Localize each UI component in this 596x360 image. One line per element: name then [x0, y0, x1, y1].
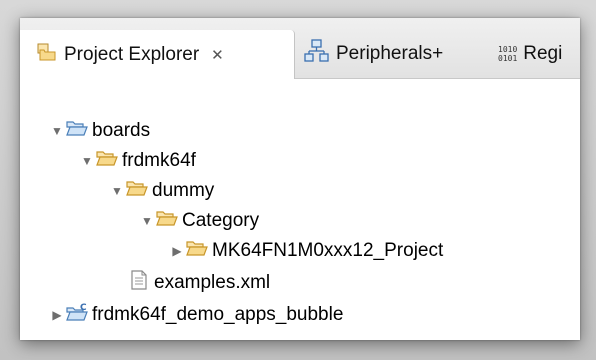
registers-icon-line: 1010	[498, 45, 518, 54]
close-icon[interactable]: ✕	[211, 46, 224, 64]
c-project-folder-icon: C	[66, 302, 90, 328]
tab-label: Regi	[523, 43, 563, 64]
project-explorer-view: Project Explorer ✕ Peripherals+ 1010 010…	[20, 18, 580, 340]
tree-item-category[interactable]: ▼ Category	[140, 207, 259, 235]
svg-text:C: C	[80, 303, 87, 313]
tree-item-label: frdmk64f	[122, 150, 196, 171]
peripherals-icon	[304, 39, 330, 69]
tab-project-explorer[interactable]: Project Explorer ✕	[20, 30, 295, 79]
project-explorer-icon	[36, 42, 58, 68]
tree-item-label: examples.xml	[154, 272, 271, 293]
tree-item-frdmk64f[interactable]: ▼ frdmk64f	[80, 147, 196, 175]
tree-item-dummy[interactable]: ▼ dummy	[110, 177, 214, 205]
open-folder-icon	[186, 239, 208, 263]
tree-item-frdmk64f-demo-apps-bubble[interactable]: ▶ C frdmk64f_demo_apps_bubble	[50, 301, 343, 329]
collapsed-arrow-icon[interactable]: ▶	[170, 244, 184, 258]
expanded-arrow-icon[interactable]: ▼	[80, 154, 94, 168]
collapsed-arrow-icon[interactable]: ▶	[50, 308, 64, 322]
tab-registers[interactable]: 1010 0101 Regi	[498, 30, 562, 78]
project-tree: ▼ boards ▼ frdmk64f ▼ dummy ▼ Category ▶…	[20, 79, 580, 340]
expanded-arrow-icon[interactable]: ▼	[140, 214, 154, 228]
tree-item-label: dummy	[152, 180, 215, 201]
tree-item-examples-xml[interactable]: examples.xml	[130, 269, 270, 297]
open-folder-icon	[96, 149, 118, 173]
tree-item-boards[interactable]: ▼ boards	[50, 117, 150, 145]
tree-item-label: frdmk64f_demo_apps_bubble	[92, 304, 344, 325]
view-tab-bar: Project Explorer ✕ Peripherals+ 1010 010…	[20, 18, 580, 79]
open-folder-icon	[126, 179, 148, 203]
file-icon	[130, 270, 148, 296]
expanded-arrow-icon[interactable]: ▼	[110, 184, 124, 198]
registers-icon: 1010 0101	[498, 45, 517, 63]
tree-item-label: boards	[92, 120, 151, 141]
expanded-arrow-icon[interactable]: ▼	[50, 124, 64, 138]
registers-icon-line: 0101	[498, 54, 518, 63]
tree-item-label: MK64FN1M0xxx12_Project	[212, 240, 444, 261]
tab-label: Peripherals+	[336, 43, 444, 64]
open-folder-icon	[66, 119, 88, 143]
open-folder-icon	[156, 209, 178, 233]
tree-item-mk64fn1m0xxx12-project[interactable]: ▶ MK64FN1M0xxx12_Project	[170, 237, 443, 265]
tree-item-label: Category	[182, 210, 260, 231]
tab-label: Project Explorer	[64, 43, 200, 65]
tab-peripherals[interactable]: Peripherals+	[304, 30, 443, 78]
